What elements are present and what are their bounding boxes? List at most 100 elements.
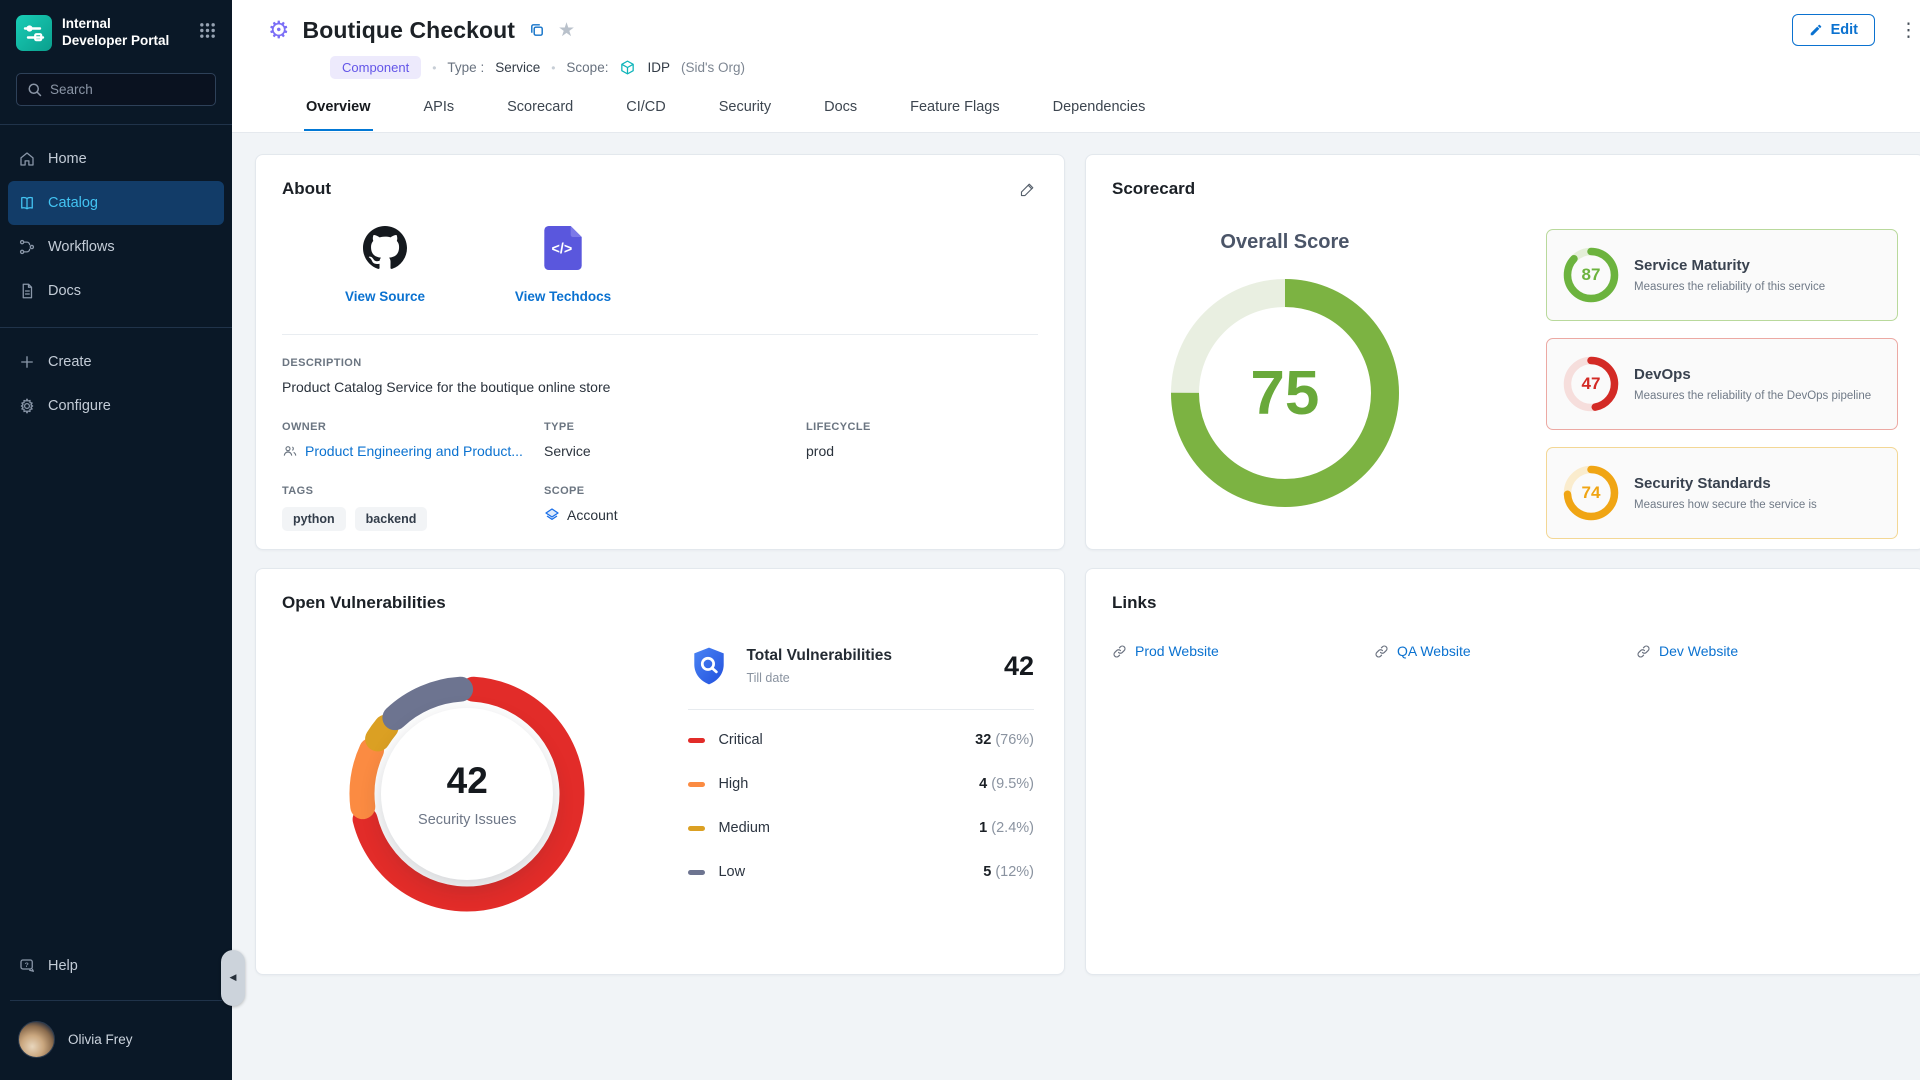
severity-label: High <box>718 776 748 792</box>
help-chat-icon: ? <box>18 957 36 975</box>
sidebar-item-docs[interactable]: Docs <box>8 269 224 313</box>
about-edit-pencil-icon[interactable] <box>1017 179 1038 200</box>
prod-website-link[interactable]: Prod Website <box>1112 643 1374 659</box>
home-icon <box>18 150 36 168</box>
avatar <box>18 1021 55 1058</box>
idp-logo-icon <box>16 15 52 51</box>
app-title: Internal Developer Portal <box>62 16 187 50</box>
high-dash-icon <box>688 782 705 787</box>
kebab-menu-icon[interactable]: ⋮ <box>1895 19 1920 41</box>
tab-feature-flags[interactable]: Feature Flags <box>908 99 1001 131</box>
severity-label: Medium <box>718 820 770 836</box>
tab-overview[interactable]: Overview <box>304 99 373 131</box>
page-header: ⚙ Boutique Checkout ★ Edit ⋮ Component •… <box>232 0 1920 132</box>
scope-field-label: SCOPE <box>544 485 806 497</box>
vulnerabilities-title: Open Vulnerabilities <box>282 593 1038 613</box>
tab-security[interactable]: Security <box>717 99 773 131</box>
tag-pill[interactable]: python <box>282 507 346 531</box>
sidebar-item-label: Home <box>48 151 87 167</box>
type-value: Service <box>495 60 540 75</box>
severity-count: 1 <box>979 820 987 836</box>
severity-percent: (12%) <box>995 864 1034 880</box>
vulnerabilities-card: Open Vulnerabilities 42 Security Issues <box>255 568 1065 975</box>
severity-percent: (2.4%) <box>991 820 1034 836</box>
techdocs-icon: </> <box>544 226 582 275</box>
lifecycle-value: prod <box>806 443 1038 459</box>
sidebar-item-catalog[interactable]: Catalog <box>8 181 224 225</box>
severity-percent: (9.5%) <box>991 776 1034 792</box>
tab-bar: Overview APIs Scorecard CI/CD Security D… <box>304 99 1920 132</box>
sidebar-item-workflows[interactable]: Workflows <box>8 225 224 269</box>
score-value: 87 <box>1563 247 1619 303</box>
search-input[interactable] <box>50 82 205 97</box>
view-techdocs-link[interactable]: </> View Techdocs <box>502 226 624 304</box>
security-issues-value: 42 <box>447 760 488 802</box>
scope-org: (Sid's Org) <box>681 60 745 75</box>
till-date-label: Till date <box>746 671 892 685</box>
github-icon <box>363 226 407 275</box>
overall-score-value: 75 <box>1250 358 1319 429</box>
severity-row-low: Low 5 (12%) <box>688 850 1034 894</box>
scorecard-title: Scorecard <box>1112 179 1898 199</box>
scorecard-item-security-standards[interactable]: 74 Security Standards Measures how secur… <box>1546 447 1898 539</box>
severity-label: Low <box>718 864 745 880</box>
tab-docs[interactable]: Docs <box>822 99 859 131</box>
sidebar-item-home[interactable]: Home <box>8 137 224 181</box>
score-description: Measures the reliability of this service <box>1634 281 1825 293</box>
sidebar-item-label: Workflows <box>48 239 115 255</box>
scorecard-card: Scorecard Overall Score 75 87 <box>1085 154 1920 550</box>
search-box[interactable] <box>16 73 216 106</box>
user-menu[interactable]: Olivia Frey <box>8 1013 224 1066</box>
score-value: 47 <box>1563 356 1619 412</box>
tab-scorecard[interactable]: Scorecard <box>505 99 575 131</box>
edit-button[interactable]: Edit <box>1792 14 1875 46</box>
copy-icon[interactable] <box>529 22 545 38</box>
dev-website-link[interactable]: Dev Website <box>1636 643 1898 659</box>
type-field-value: Service <box>544 443 806 459</box>
svg-text:</>: </> <box>552 242 573 258</box>
apps-grid-icon[interactable] <box>197 20 218 46</box>
sidebar-item-help[interactable]: ? Help <box>8 944 224 988</box>
separator-dot: • <box>551 61 555 75</box>
scope-label: Scope: <box>566 60 608 75</box>
overall-score-donut: 75 <box>1170 278 1400 508</box>
tag-pill[interactable]: backend <box>355 507 428 531</box>
link-label: QA Website <box>1397 643 1471 659</box>
workflows-icon <box>18 238 36 256</box>
total-vulnerabilities-label: Total Vulnerabilities <box>746 647 892 665</box>
collapse-arrow-icon: ◀ <box>230 973 237 983</box>
severity-count: 4 <box>979 776 987 792</box>
qa-website-link[interactable]: QA Website <box>1374 643 1636 659</box>
sidebar-item-configure[interactable]: Configure <box>8 384 224 428</box>
tab-cicd[interactable]: CI/CD <box>624 99 667 131</box>
svg-text:?: ? <box>25 962 29 969</box>
view-source-link[interactable]: View Source <box>324 226 446 304</box>
links-card: Links Prod Website QA Website <box>1085 568 1920 975</box>
separator-dot: • <box>432 61 436 75</box>
severity-row-critical: Critical 32 (76%) <box>688 718 1034 762</box>
score-description: Measures the reliability of the DevOps p… <box>1634 390 1871 402</box>
sidebar-item-label: Catalog <box>48 195 98 211</box>
sidebar-item-label: Create <box>48 354 92 370</box>
account-scope-icon <box>544 507 560 523</box>
links-title: Links <box>1112 593 1898 613</box>
score-description: Measures how secure the service is <box>1634 499 1817 511</box>
owner-label: OWNER <box>282 421 544 433</box>
scorecard-item-devops[interactable]: 47 DevOps Measures the reliability of th… <box>1546 338 1898 430</box>
severity-percent: (76%) <box>995 732 1034 748</box>
owner-link[interactable]: Product Engineering and Product... <box>282 443 544 459</box>
sidebar-item-label: Docs <box>48 283 81 299</box>
severity-label: Critical <box>718 732 762 748</box>
severity-row-medium: Medium 1 (2.4%) <box>688 806 1034 850</box>
sidebar-item-create[interactable]: Create <box>8 340 224 384</box>
low-dash-icon <box>688 870 705 875</box>
component-gear-icon: ⚙ <box>268 18 290 42</box>
tab-dependencies[interactable]: Dependencies <box>1051 99 1148 131</box>
gear-icon <box>18 397 36 415</box>
sidebar-collapse-handle[interactable]: ◀ <box>221 950 245 1006</box>
tab-apis[interactable]: APIs <box>422 99 457 131</box>
scorecard-item-service-maturity[interactable]: 87 Service Maturity Measures the reliabi… <box>1546 229 1898 321</box>
user-name: Olivia Frey <box>68 1032 133 1047</box>
star-icon[interactable]: ★ <box>558 21 575 40</box>
link-icon <box>1112 644 1127 659</box>
